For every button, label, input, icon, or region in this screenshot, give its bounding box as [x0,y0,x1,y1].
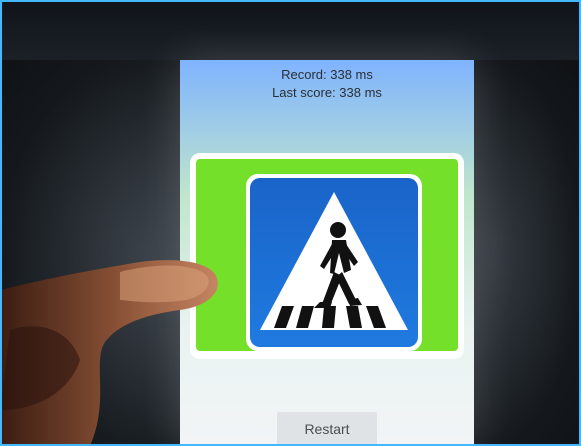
pedestrian-icon [260,192,408,330]
reaction-target-card[interactable] [190,153,464,359]
phone-screen: Record: 338 ms Last score: 338 ms Restar… [180,60,474,446]
restart-button[interactable]: Restart [277,412,377,446]
pedestrian-crossing-sign-icon [246,174,422,351]
photo: Record: 338 ms Last score: 338 ms Restar… [0,0,581,446]
record-text: Record: 338 ms [281,67,373,82]
last-score-text: Last score: 338 ms [272,85,382,100]
screen-glare-left [0,60,180,446]
monitor-bezel-top [0,0,581,60]
green-tap-area[interactable] [196,159,458,351]
score-panel: Record: 338 ms Last score: 338 ms [180,66,474,102]
screen-glare-right [471,60,581,446]
